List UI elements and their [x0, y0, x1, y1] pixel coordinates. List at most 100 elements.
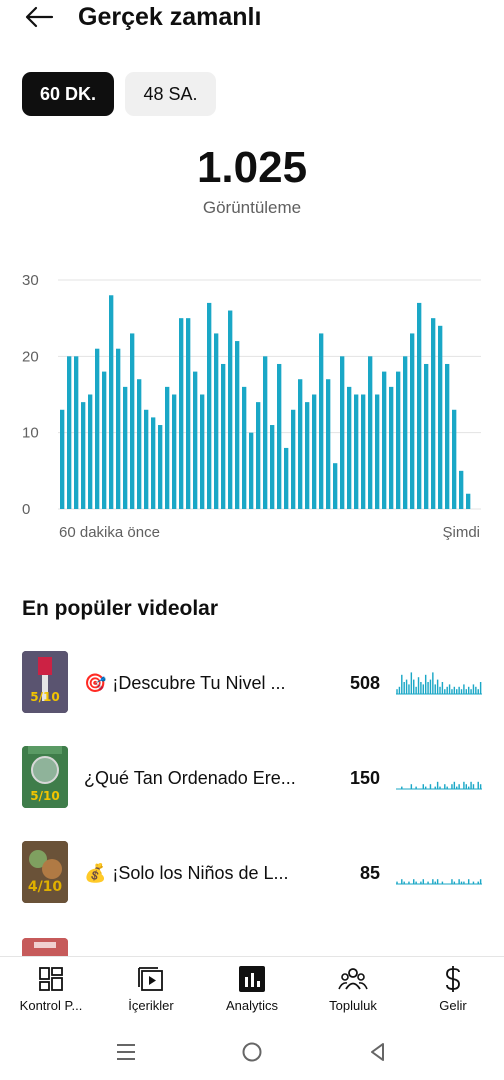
video-thumbnail[interactable]: 5/10	[22, 746, 68, 808]
chart-bar[interactable]	[291, 409, 296, 509]
nav-earn[interactable]: Gelir	[408, 965, 498, 1015]
chart-bar[interactable]	[354, 394, 359, 510]
sparkline-bar	[444, 689, 446, 694]
sparkline-bar	[451, 784, 453, 789]
chart-bar[interactable]	[417, 302, 422, 509]
chart-bar[interactable]	[466, 493, 471, 509]
chart-bar[interactable]	[326, 379, 331, 509]
chart-bar[interactable]	[74, 356, 79, 509]
page-title: Gerçek zamanlı	[78, 3, 262, 31]
chart-bar[interactable]	[361, 394, 366, 510]
chart-bar[interactable]	[95, 348, 100, 509]
video-thumbnail[interactable]: 4/10	[22, 841, 68, 903]
chart-bar[interactable]	[445, 363, 450, 509]
chart-bar[interactable]	[389, 386, 394, 509]
nav-content[interactable]: İçerikler	[106, 965, 196, 1015]
chart-bar[interactable]	[249, 432, 254, 509]
chart-bar[interactable]	[158, 425, 163, 509]
sparkline-bar	[398, 686, 401, 694]
chart-bar[interactable]	[319, 333, 324, 509]
sparkline-bar	[424, 786, 427, 789]
chart-bar[interactable]	[305, 402, 310, 509]
nav-analytics[interactable]: Analytics	[207, 965, 297, 1015]
nav-dashboard[interactable]: Kontrol P...	[6, 965, 96, 1015]
sparkline-bar	[401, 786, 403, 789]
chart-bar[interactable]	[284, 447, 289, 509]
video-row[interactable]: 4/10 💰 ¡Solo los Niños de L... 85	[0, 841, 504, 905]
sparkline-bar	[432, 879, 434, 884]
chart-bar[interactable]	[116, 348, 121, 509]
chart-bar[interactable]	[382, 371, 387, 509]
sparkline-bar	[458, 879, 460, 884]
chart-bar[interactable]	[151, 417, 156, 509]
menu-icon[interactable]	[114, 1040, 138, 1064]
chart-bar[interactable]	[368, 356, 373, 509]
chart-bar[interactable]	[438, 325, 443, 509]
video-row[interactable]: 5/10 ¿Qué Tan Ordenado Ere... 150	[0, 746, 504, 810]
chart-bar[interactable]	[60, 409, 65, 509]
video-thumbnail-partial[interactable]	[22, 938, 68, 956]
arrow-left-icon[interactable]	[22, 2, 56, 32]
chart-bar[interactable]	[200, 394, 205, 510]
video-title[interactable]: 🎯 ¡Descubre Tu Nivel ...	[84, 671, 299, 695]
back-triangle-icon[interactable]	[366, 1040, 390, 1064]
x-label-end: Şimdi	[442, 524, 480, 541]
chart-bar[interactable]	[403, 356, 408, 509]
chart-bar[interactable]	[214, 333, 219, 509]
chart-bar[interactable]	[235, 341, 240, 509]
nav-community[interactable]: Topluluk	[308, 965, 398, 1015]
chart-bar[interactable]	[144, 409, 149, 509]
chart-bar[interactable]	[123, 386, 128, 509]
chart-bar[interactable]	[459, 470, 464, 509]
video-title[interactable]: 💰 ¡Solo los Niños de L...	[84, 861, 299, 885]
chart-bar[interactable]	[375, 394, 380, 510]
chart-bar[interactable]	[256, 402, 261, 509]
sparkline-bar	[436, 679, 439, 694]
chart-bar[interactable]	[424, 363, 429, 509]
sparkline-bar	[472, 684, 475, 694]
home-circle-icon[interactable]	[240, 1040, 264, 1064]
tab-48-hours[interactable]: 48 SA.	[125, 72, 216, 116]
video-title[interactable]: ¿Qué Tan Ordenado Ere...	[84, 766, 299, 790]
chart-bar[interactable]	[137, 379, 142, 509]
chart-bar[interactable]	[228, 310, 233, 509]
chart-bar[interactable]	[165, 386, 170, 509]
chart-bar[interactable]	[172, 394, 177, 510]
chart-bar[interactable]	[277, 363, 282, 509]
video-row[interactable]: 5/10 🎯 ¡Descubre Tu Nivel ... 508	[0, 651, 504, 715]
chart-bar[interactable]	[333, 463, 338, 509]
chart-bar[interactable]	[193, 371, 198, 509]
video-sparkline	[396, 879, 482, 885]
chart-bar[interactable]	[452, 409, 457, 509]
chart-bar[interactable]	[410, 333, 415, 509]
video-thumbnail[interactable]: 5/10	[22, 651, 68, 713]
chart-bar[interactable]	[81, 402, 86, 509]
chart-bar[interactable]	[431, 318, 436, 509]
sparkline-bar	[463, 881, 465, 884]
chart-bar[interactable]	[270, 425, 275, 509]
tab-60-min[interactable]: 60 DK.	[22, 72, 114, 116]
chart-bar[interactable]	[207, 302, 212, 509]
chart-bar[interactable]	[347, 386, 352, 509]
chart-bar[interactable]	[102, 371, 107, 509]
chart-bar[interactable]	[312, 394, 317, 510]
chart-bar[interactable]	[263, 356, 268, 509]
chart-bar[interactable]	[396, 371, 401, 509]
chart-bar[interactable]	[67, 356, 72, 509]
chart-bar[interactable]	[179, 318, 184, 509]
sparkline-bar	[420, 682, 422, 694]
chart-bar[interactable]	[298, 379, 303, 509]
chart-bar[interactable]	[242, 386, 247, 509]
chart-bar[interactable]	[109, 295, 114, 509]
thumbnail-image: 4/10	[22, 841, 68, 903]
chart-bar[interactable]	[221, 363, 226, 509]
chart-bar[interactable]	[88, 394, 93, 510]
video-title-text: ¡Descubre Tu Nivel ...	[112, 673, 286, 693]
chart-bar[interactable]	[340, 356, 345, 509]
dashboard-icon	[39, 967, 63, 991]
video-sparkline	[396, 781, 482, 790]
sparkline-bar	[448, 684, 451, 694]
chart-bar[interactable]	[186, 318, 191, 509]
thumbnail-image	[22, 938, 68, 956]
chart-bar[interactable]	[130, 333, 135, 509]
